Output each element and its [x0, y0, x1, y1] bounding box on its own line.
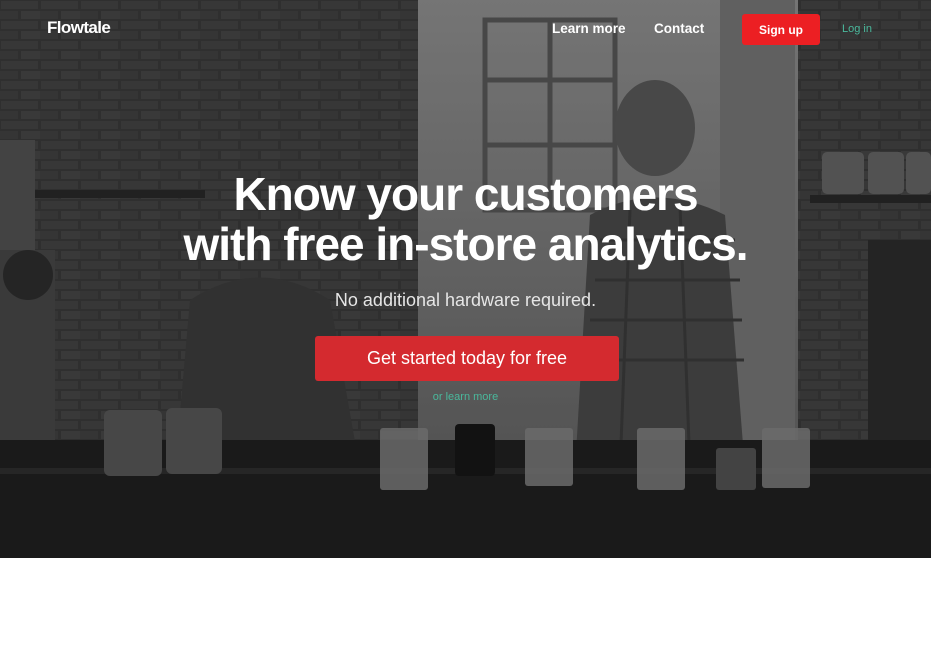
headline-line-2: with free in-store analytics.: [183, 218, 748, 270]
nav-contact-link[interactable]: Contact: [654, 21, 704, 36]
nav-learn-more-link[interactable]: Learn more: [552, 21, 626, 36]
brand-logo[interactable]: Flowtale: [47, 18, 111, 38]
get-started-button[interactable]: Get started today for free: [315, 336, 619, 381]
hero-subhead: No additional hardware required.: [334, 290, 597, 310]
signup-button[interactable]: Sign up: [742, 14, 820, 45]
learn-more-link[interactable]: or learn more: [0, 391, 931, 403]
hero-headline: Know your customers with free in-store a…: [0, 169, 931, 269]
headline-line-1: Know your customers: [233, 168, 698, 220]
top-nav: Flowtale Learn more Contact Sign up Log …: [0, 0, 931, 60]
hero-overlay: [0, 0, 931, 558]
login-link[interactable]: Log in: [842, 23, 872, 35]
hero-section: Flowtale Learn more Contact Sign up Log …: [0, 0, 931, 558]
